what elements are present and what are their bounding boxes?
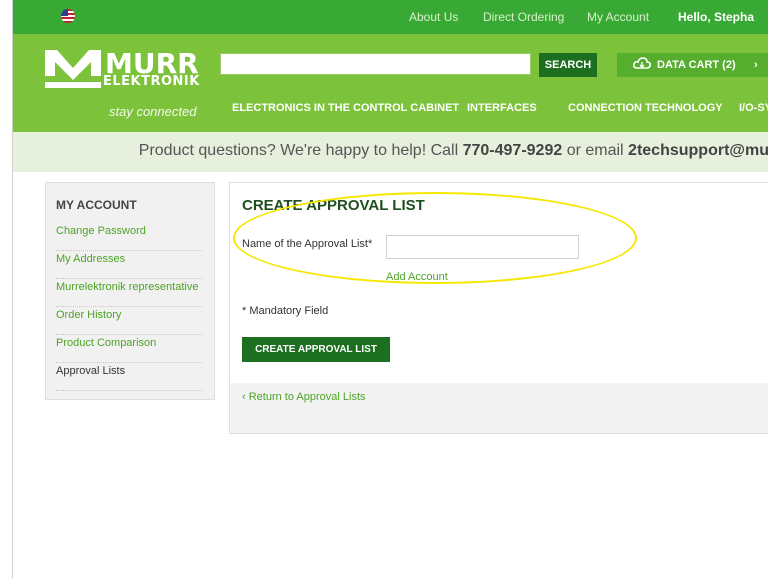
form-area: CREATE APPROVAL LIST Name of the Approva… [230, 183, 768, 383]
approval-list-name-label: Name of the Approval List* [242, 238, 373, 250]
direct-ordering-link[interactable]: Direct Ordering [483, 10, 564, 24]
data-cart-button[interactable]: DATA CART (2) › [617, 53, 768, 77]
logo-tagline: stay connected [109, 104, 197, 119]
add-account-link[interactable]: Add Account [386, 271, 448, 283]
support-prefix: Product questions? We're happy to help! … [138, 142, 463, 159]
sidebar-item-approval-lists[interactable]: Approval Lists [56, 365, 202, 391]
support-phone[interactable]: 770-497-9292 [463, 142, 563, 159]
top-bar: About Us Direct Ordering My Account Hell… [13, 0, 768, 34]
murrelektronik-logo[interactable]: MURR ELEKTRONIK stay connected [45, 50, 205, 126]
nav-interfaces[interactable]: INTERFACES [467, 102, 537, 114]
sidebar-item-product-comparison[interactable]: Product Comparison [56, 337, 202, 363]
page-title: CREATE APPROVAL LIST [242, 197, 425, 214]
account-sidebar: MY ACCOUNT Change Password My Addresses … [45, 182, 215, 400]
support-message: Product questions? We're happy to help! … [139, 142, 768, 160]
my-account-link[interactable]: My Account [587, 10, 649, 24]
approval-list-name-input[interactable] [386, 235, 579, 259]
nav-io-systems[interactable]: I/O-SY [739, 102, 768, 114]
sidebar-item-my-addresses[interactable]: My Addresses [56, 253, 202, 279]
support-banner: Product questions? We're happy to help! … [13, 132, 768, 172]
return-to-approval-lists-link[interactable]: ‹ Return to Approval Lists [242, 391, 366, 403]
sidebar-title: MY ACCOUNT [56, 198, 137, 212]
about-us-link[interactable]: About Us [409, 10, 458, 24]
support-email[interactable]: 2techsupport@mu [628, 142, 768, 159]
logo-m-mark-icon [45, 50, 101, 88]
us-flag-icon[interactable] [61, 9, 75, 23]
create-approval-list-panel: CREATE APPROVAL LIST Name of the Approva… [229, 182, 768, 434]
sidebar-item-order-history[interactable]: Order History [56, 309, 202, 335]
cloud-download-icon [633, 57, 651, 69]
search-input[interactable] [220, 53, 531, 75]
data-cart-label: DATA CART (2) [657, 59, 736, 71]
support-middle: or email [562, 142, 629, 159]
search-button[interactable]: SEARCH [539, 53, 597, 77]
create-approval-list-button[interactable]: CREATE APPROVAL LIST [242, 337, 390, 362]
site-header: MURR ELEKTRONIK stay connected SEARCH DA… [13, 34, 768, 132]
user-greeting: Hello, Stepha [678, 10, 755, 24]
sidebar-item-representative[interactable]: Murrelektronik representative [56, 281, 202, 307]
nav-connection-technology[interactable]: CONNECTION TECHNOLOGY [568, 102, 723, 114]
nav-electronics-control-cabinet[interactable]: ELECTRONICS IN THE CONTROL CABINET [232, 102, 459, 114]
browser-page: About Us Direct Ordering My Account Hell… [12, 0, 768, 578]
logo-subtitle: ELEKTRONIK [103, 74, 200, 89]
sidebar-item-change-password[interactable]: Change Password [56, 225, 202, 251]
mandatory-field-note: * Mandatory Field [242, 305, 329, 317]
chevron-right-icon: › [754, 59, 758, 71]
